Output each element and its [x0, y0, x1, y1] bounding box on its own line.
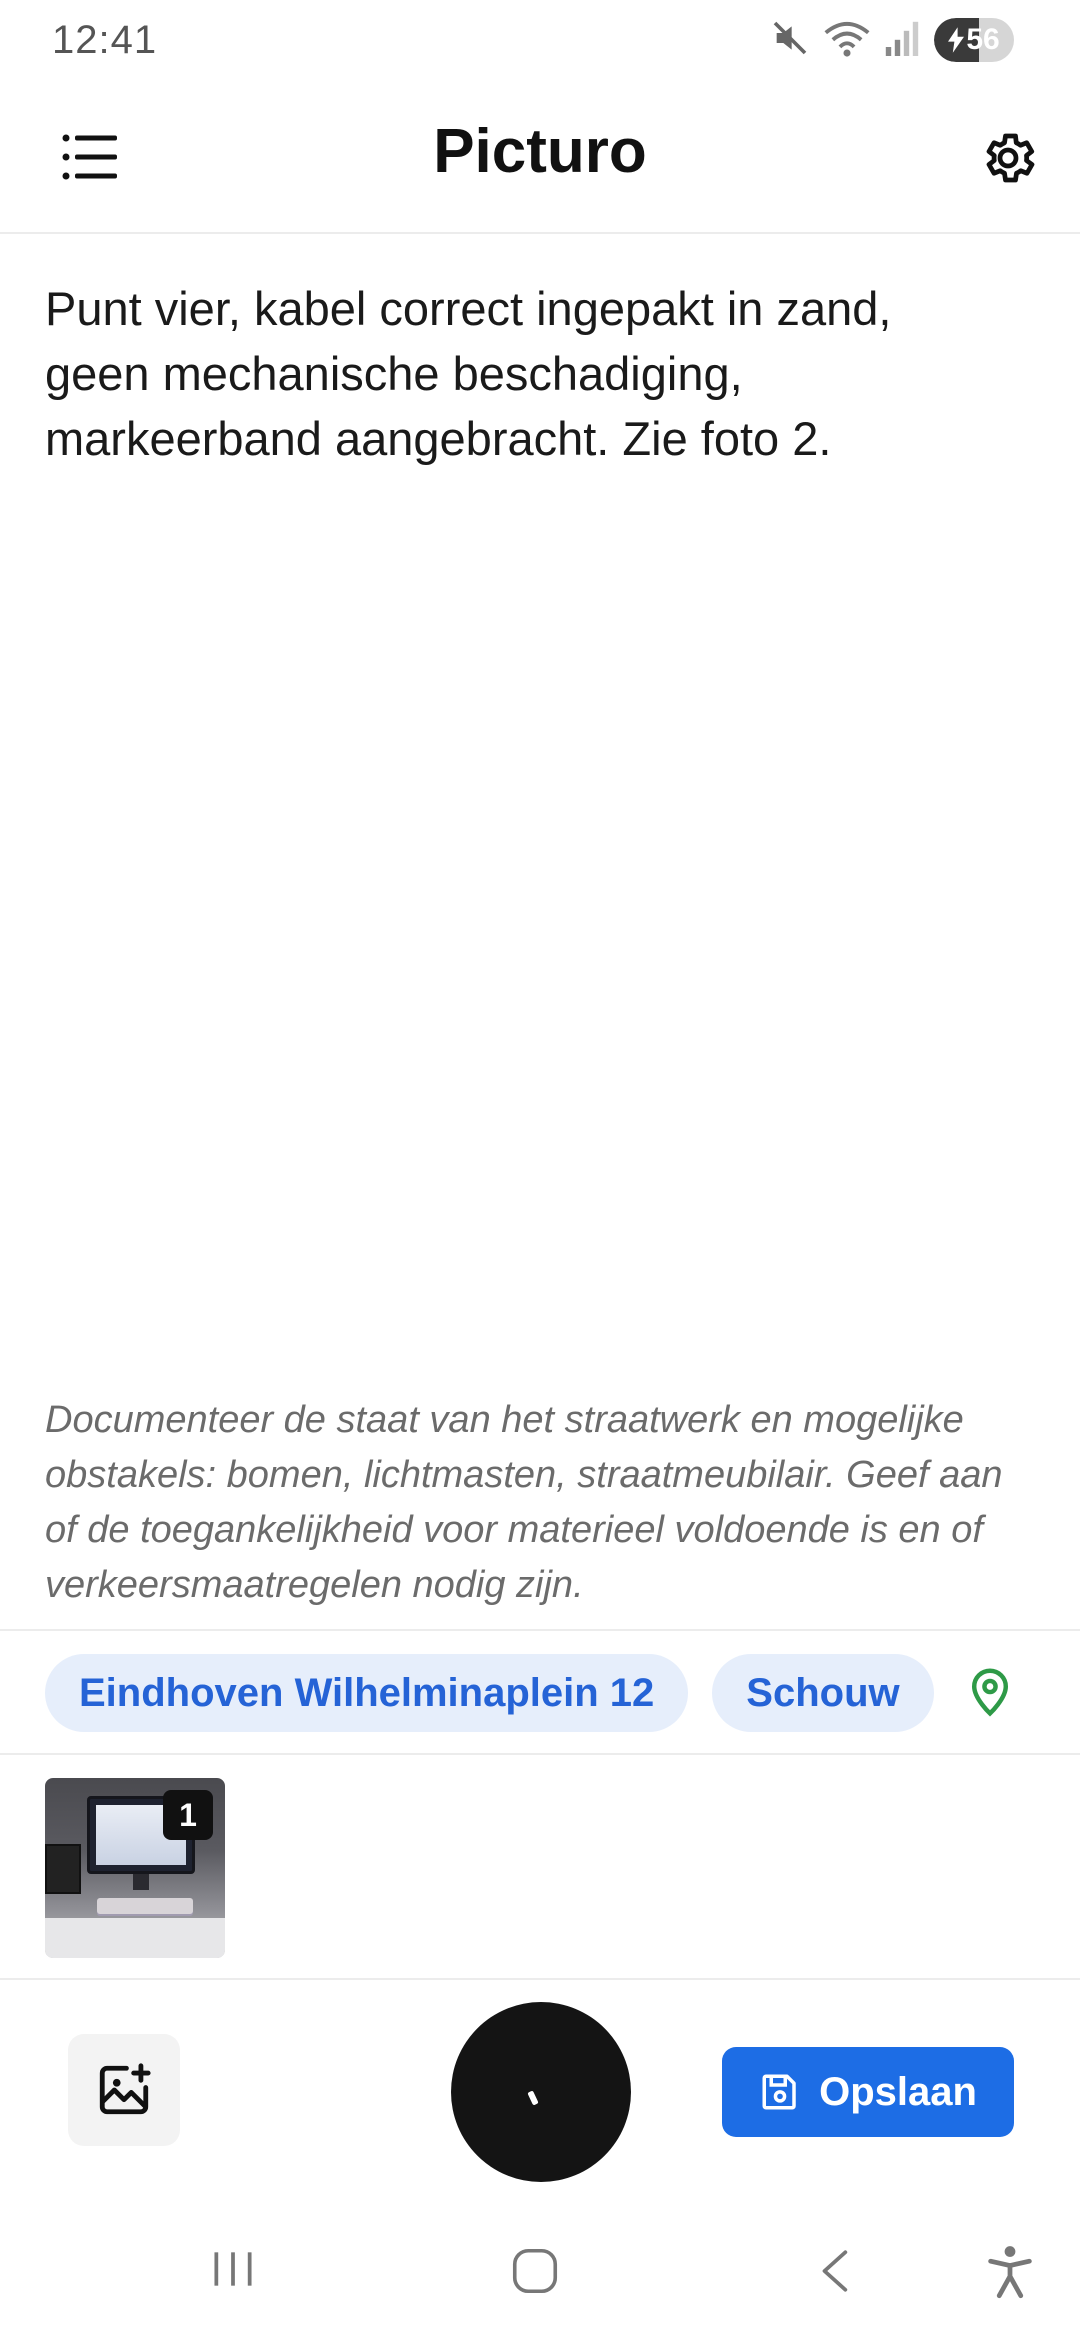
status-icons: 56 [770, 16, 1014, 64]
wifi-icon [824, 18, 870, 63]
note-text[interactable]: Punt vier, kabel correct ingepakt in zan… [45, 276, 1005, 471]
back-icon [822, 2250, 848, 2292]
recent-apps-button[interactable] [208, 2244, 258, 2294]
floppy-disk-icon [762, 2074, 796, 2110]
home-icon [512, 2248, 558, 2294]
add-image-icon [99, 2063, 151, 2115]
save-label: Opslaan [819, 2069, 977, 2114]
signal-icon [884, 18, 920, 63]
record-icon [527, 2090, 539, 2106]
photo-strip: 1 [0, 1755, 1080, 1980]
battery-level: 56 [966, 23, 1000, 56]
mute-icon [770, 18, 810, 63]
battery-charging-icon: 56 [934, 18, 1014, 62]
location-pin-button[interactable] [960, 1663, 1020, 1723]
record-button[interactable] [451, 2002, 631, 2182]
home-button[interactable] [508, 2244, 562, 2298]
bolt-icon [948, 27, 965, 53]
type-chip[interactable]: Schouw [712, 1654, 934, 1732]
recent-apps-icon [214, 2252, 252, 2286]
accessibility-button[interactable] [984, 2244, 1036, 2300]
app-title: Picturo [433, 117, 647, 186]
status-time: 12:41 [52, 18, 158, 62]
status-bar: 12:41 56 [0, 0, 1080, 80]
save-button[interactable]: Opslaan [722, 2047, 1014, 2137]
add-image-button[interactable] [68, 2034, 180, 2146]
location-pin-icon [971, 1668, 1008, 1717]
app-bar: Picturo [0, 80, 1080, 234]
accessibility-icon [988, 2246, 1032, 2299]
chips-row: Eindhoven Wilhelminaplein 12 Schouw [0, 1633, 1080, 1755]
back-button[interactable] [812, 2244, 862, 2298]
instruction-text: Documenteer de staat van het straatwerk … [45, 1399, 1003, 1606]
gear-icon [986, 133, 1035, 183]
instruction-panel: Documenteer de staat van het straatwerk … [0, 1383, 1080, 1631]
navigation-bar [0, 2200, 1080, 2340]
location-chip[interactable]: Eindhoven Wilhelminaplein 12 [45, 1654, 689, 1732]
photo-count-badge: 1 [163, 1790, 213, 1840]
settings-button[interactable] [968, 118, 1048, 198]
photo-thumbnail[interactable]: 1 [45, 1778, 225, 1958]
